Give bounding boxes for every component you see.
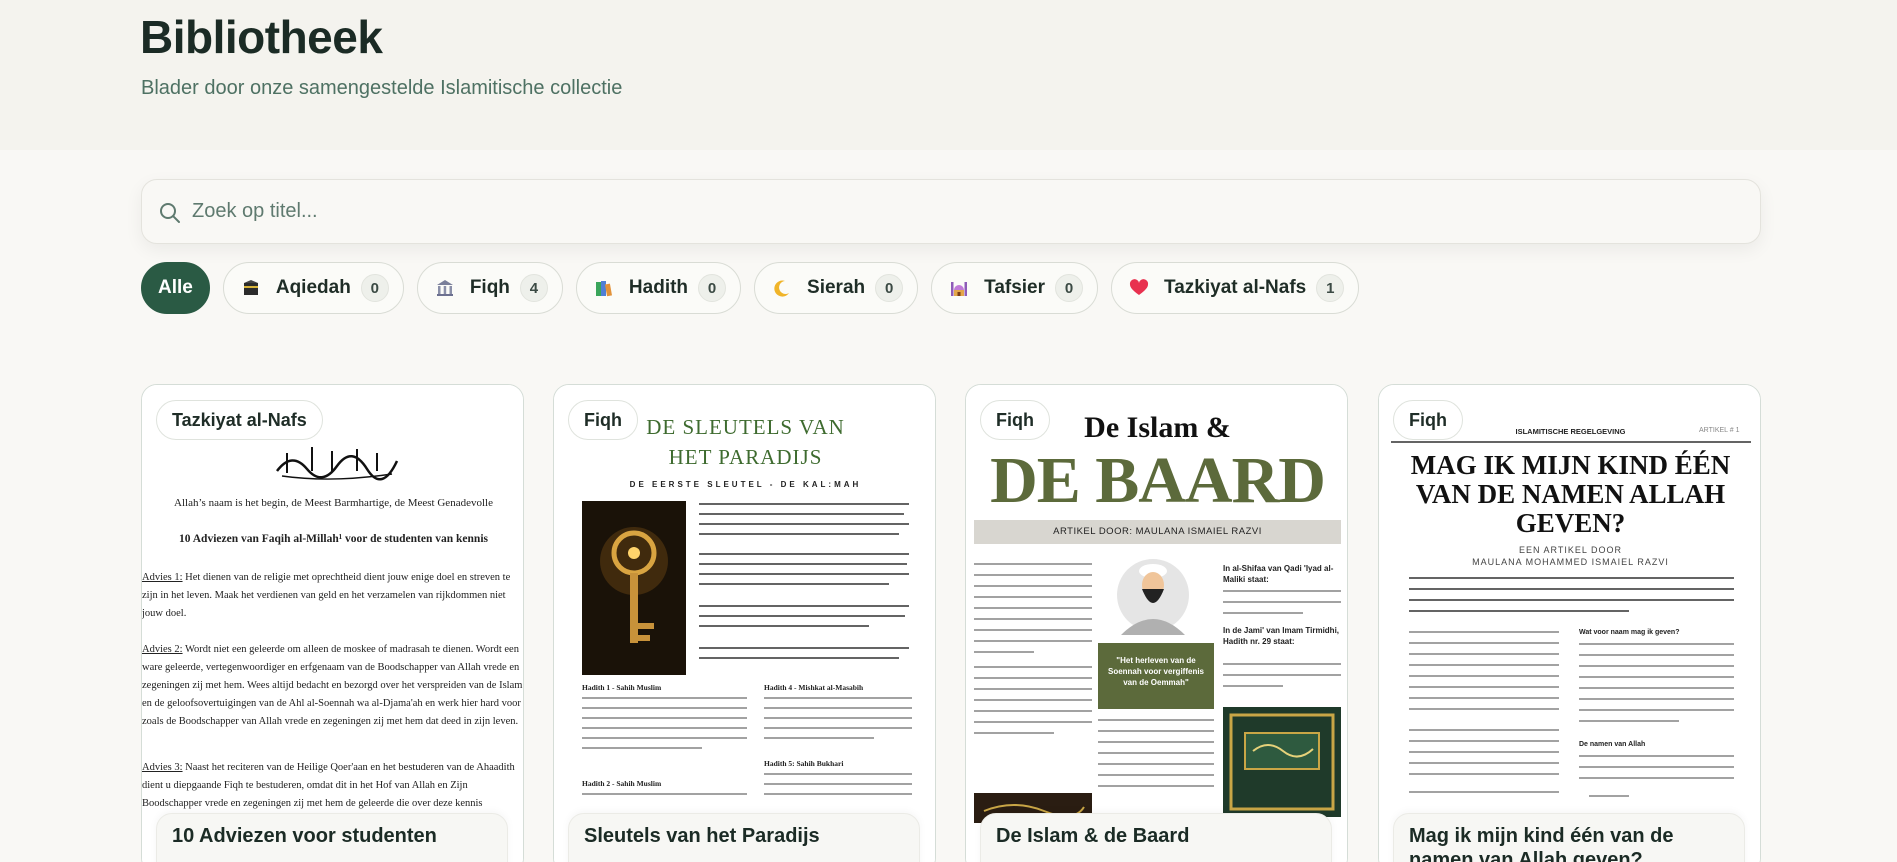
key-illustration-icon [582,501,686,675]
cover-subheading: In al-Shifaa van Qadi 'Iyad al-Maliki st… [1223,564,1334,584]
cover-subheading: Hadith 2 - Sahih Muslim [582,779,662,788]
book-title[interactable]: 10 Adviezen voor studenten [156,813,508,862]
cover-paragraph: Advies 1: Het dienen van de religie met … [142,569,523,629]
filter-count: 0 [875,274,904,302]
books-icon [593,277,615,299]
book-cover: DE SLEUTELS VAN HET PARADIJS DE EERSTE S… [554,385,935,862]
book-image-icon [1223,707,1341,817]
cover-subheading: Hadith 1 - Sahih Muslim [582,683,662,692]
page-header: Bibliotheek Blader door onze samengestel… [0,0,1897,150]
bearded-man-icon [1117,559,1189,635]
filter-label: Alle [158,277,193,298]
cover-subheading: In de Jami' van Imam Tirmidhi, Hadith nr… [1223,626,1340,646]
filter-fiqh[interactable]: Fiqh 4 [416,262,563,314]
cover-label: ARTIKEL # 1 [1699,427,1740,434]
book-title[interactable]: Mag ik mijn kind één van de namen van Al… [1393,813,1745,862]
cover-byline: EEN ARTIKEL DOOR [1518,545,1623,555]
book-card[interactable]: ISLAMITISCHE REGELGEVING ARTIKEL # 1 MAG… [1378,384,1761,862]
cover-byline: MAULANA MOHAMMED ISMAIEL RAZVI [1472,557,1669,567]
cover-title: DE BAARD [990,444,1326,517]
filter-tazkiyat-al-nafs[interactable]: Tazkiyat al-Nafs 1 [1111,262,1360,314]
filter-count: 4 [519,274,548,302]
book-title[interactable]: De Islam & de Baard [980,813,1332,862]
filter-aqiedah[interactable]: Aqiedah 0 [222,262,404,314]
filter-label: Sierah [807,277,866,298]
book-cover: De Islam & DE BAARD ARTIKEL DOOR: MAULAN… [966,385,1347,862]
book-cover: ISLAMITISCHE REGELGEVING ARTIKEL # 1 MAG… [1379,385,1760,862]
book-title[interactable]: Sleutels van het Paradijs [568,813,920,862]
cover-subheading: Wat voor naam mag ik geven? [1579,629,1680,636]
filter-label: Tafsier [984,277,1046,298]
cover-text: Naast het reciteren van de Heilige Qoer'… [142,762,515,809]
cover-heading: 10 Adviezen van Faqih al-Millah¹ voor de… [179,533,488,545]
category-badge: Fiqh [980,400,1050,440]
cover-label: Advies 2: [142,644,183,655]
cover-text: Allah’s naam is het begin, de Meest Barm… [174,497,493,509]
cover-divider [1391,441,1751,443]
category-filters: Alle Aqiedah 0 Fiqh 4 Hadith 0 Sierah 0 … [141,262,1360,314]
cover-subtitle: DE EERSTE SLEUTEL - DE KAL:MAH [629,480,862,489]
cover-byline: ARTIKEL DOOR: MAULANA ISMAIEL RAZVI [974,520,1341,544]
category-badge: Fiqh [1393,400,1463,440]
page-title: Bibliotheek [140,11,383,63]
filter-all[interactable]: Alle [141,262,210,314]
filter-label: Tazkiyat al-Nafs [1164,277,1307,298]
filter-label: Aqiedah [275,277,351,298]
crescent-icon [771,277,793,299]
search-bar[interactable] [141,179,1761,244]
book-card[interactable]: DE SLEUTELS VAN HET PARADIJS DE EERSTE S… [553,384,936,862]
cover-subheading: Hadith 4 - Mishkat al-Masabih [764,683,864,692]
book-card[interactable]: Allah’s naam is het begin, de Meest Barm… [141,384,524,862]
cover-label: Advies 1: [142,572,183,583]
cover-paragraph: Advies 2: Wordt niet een geleerde om all… [142,641,523,749]
filter-hadith[interactable]: Hadith 0 [575,262,742,314]
cover-quote: "Het herleven van de Soennah voor vergif… [1098,643,1214,709]
filter-label: Fiqh [469,277,510,298]
cover-title: MAG IK MIJN KIND ÉÉN VAN DE NAMEN ALLAH … [1410,450,1731,538]
book-cover: Allah’s naam is het begin, de Meest Barm… [142,385,523,862]
filter-count: 0 [698,274,727,302]
search-input[interactable] [192,180,1732,243]
cover-title: HET PARADIJS [668,445,823,469]
mosque-icon [948,277,970,299]
filter-sierah[interactable]: Sierah 0 [754,262,919,314]
cover-subheading: Hadith 5: Sahih Bukhari [764,759,844,768]
category-badge: Tazkiyat al-Nafs [156,400,323,440]
cover-text: Wordt niet een geleerde om alleen de mos… [142,644,523,727]
filter-label: Hadith [628,277,689,298]
filter-tafsier[interactable]: Tafsier 0 [931,262,1099,314]
bismillah-calligraphy-icon [276,447,399,481]
filter-count: 1 [1316,274,1345,302]
filter-count: 0 [1055,274,1084,302]
page-subtitle: Blader door onze samengestelde Islamitis… [141,77,623,99]
cover-subheading: De namen van Allah [1579,741,1646,748]
kaaba-icon [240,277,262,299]
category-badge: Fiqh [568,400,638,440]
cover-paragraph: Advies 3: Naast het reciteren van de Hei… [142,759,523,819]
search-icon [160,203,180,223]
book-card[interactable]: De Islam & DE BAARD ARTIKEL DOOR: MAULAN… [965,384,1348,862]
heart-icon [1128,277,1150,299]
building-icon [434,277,456,299]
cover-label: Advies 3: [142,762,183,773]
filter-count: 0 [360,274,389,302]
cover-text: Het dienen van de religie met oprechthei… [142,572,511,619]
